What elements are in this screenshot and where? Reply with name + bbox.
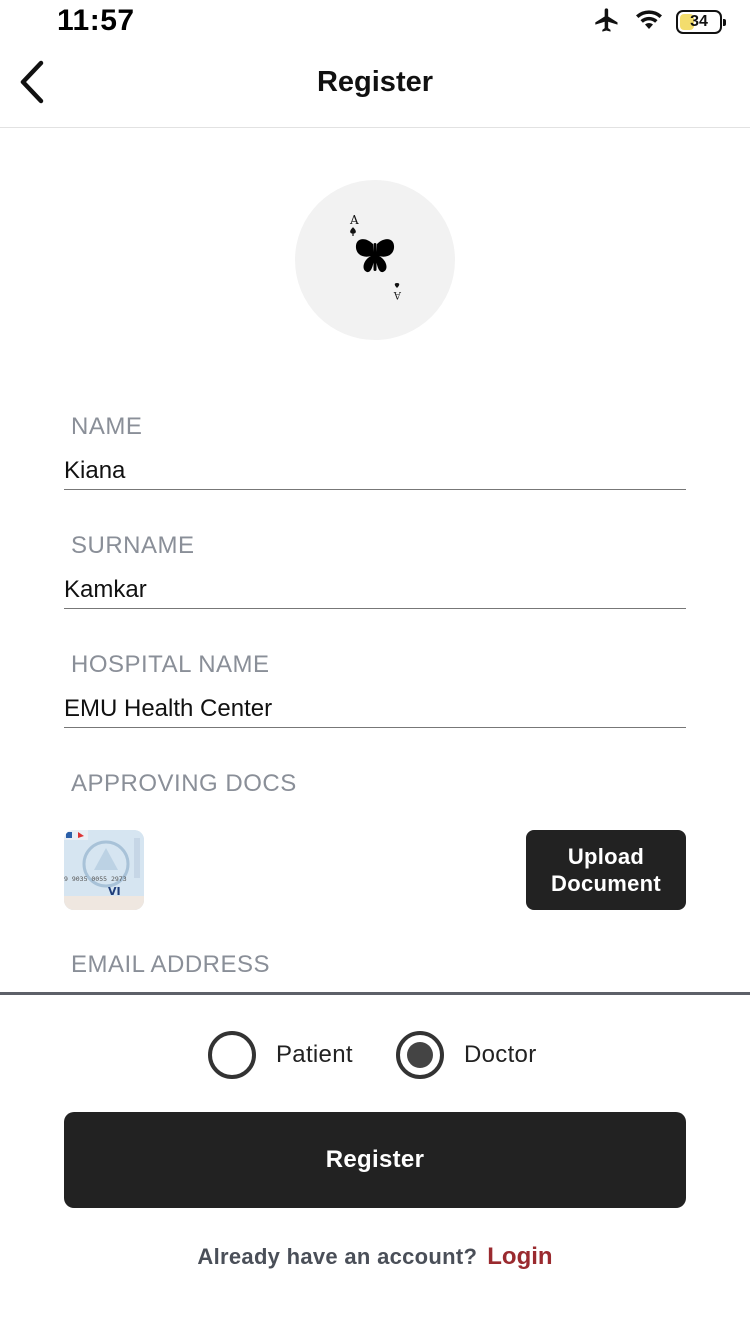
email-field: EMAIL ADDRESS [64, 951, 686, 991]
surname-label: SURNAME [71, 532, 195, 559]
register-button[interactable]: Register [64, 1112, 686, 1208]
radio-selected-dot [407, 1042, 433, 1068]
email-label: EMAIL ADDRESS [71, 951, 271, 978]
surname-underline [64, 608, 686, 609]
name-underline [64, 489, 686, 490]
upload-document-button[interactable]: Upload Document [526, 830, 686, 910]
doctor-radio-label: Doctor [464, 1041, 537, 1068]
document-card-number: 9 9035 0055 2973 [64, 875, 127, 883]
status-time: 11:57 [57, 4, 135, 37]
svg-text:A: A [349, 213, 359, 227]
approving-docs-label: APPROVING DOCS [71, 770, 297, 797]
patient-radio-label: Patient [276, 1041, 353, 1068]
status-icons: 34 [592, 6, 726, 39]
status-bar: 11:57 34 [0, 0, 750, 44]
svg-text:A: A [393, 289, 402, 300]
battery-percent: 34 [690, 13, 708, 30]
battery-cap [723, 19, 726, 26]
patient-radio-option[interactable]: Patient [208, 1031, 353, 1079]
login-prompt-row: Already have an account? Login [0, 1243, 750, 1271]
doctor-radio-option[interactable]: Doctor [396, 1031, 537, 1079]
hospital-name-label: HOSPITAL NAME [71, 651, 270, 678]
airplane-icon [592, 6, 622, 39]
surname-input[interactable] [64, 570, 686, 610]
navigation-bar: Register [0, 44, 750, 128]
name-label: NAME [71, 413, 143, 440]
login-prompt-text: Already have an account? [197, 1244, 478, 1269]
name-input[interactable] [64, 451, 686, 491]
document-card-brand: VI [108, 885, 121, 898]
battery-icon: 34 [676, 10, 726, 34]
name-field: NAME [64, 413, 686, 493]
avatar[interactable]: A A [295, 180, 455, 340]
role-selector: Patient Doctor [0, 1031, 750, 1083]
surname-field: SURNAME [64, 532, 686, 612]
page-title: Register [316, 66, 434, 98]
hospital-name-input[interactable] [64, 689, 686, 729]
bottom-panel: Patient Doctor Register Already have an … [0, 992, 750, 1334]
patient-radio-button[interactable] [208, 1031, 256, 1079]
wifi-icon [634, 8, 664, 37]
login-link[interactable]: Login [487, 1243, 552, 1270]
doctor-radio-button[interactable] [396, 1031, 444, 1079]
butterfly-ace-card-icon: A A [340, 208, 410, 313]
hospital-name-underline [64, 727, 686, 728]
hospital-name-field: HOSPITAL NAME [64, 651, 686, 731]
approving-docs-section: APPROVING DOCS [64, 770, 686, 810]
document-thumbnail[interactable]: VI 9 9035 0055 2973 [64, 830, 144, 910]
